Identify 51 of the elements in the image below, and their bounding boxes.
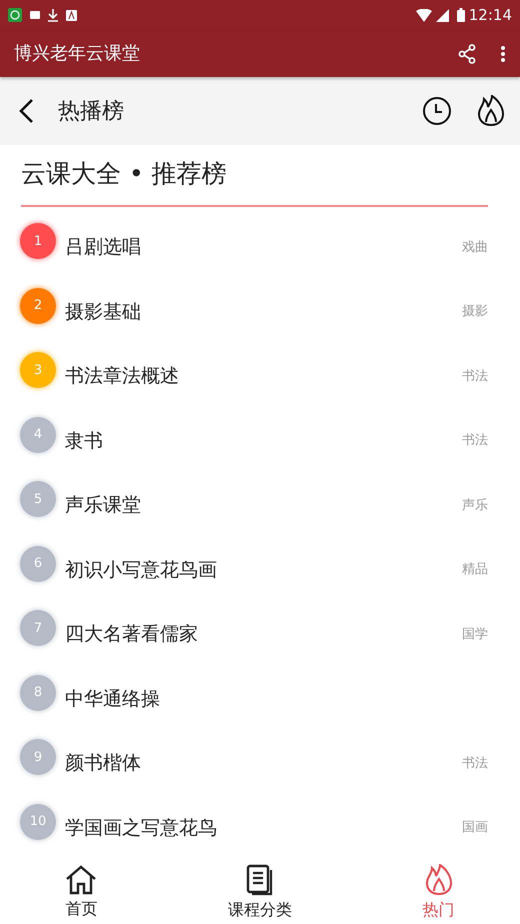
category-label: 书法 [462, 754, 488, 772]
course-title[interactable]: 书法章法概述 [65, 362, 179, 390]
category-label: 国画 [462, 819, 488, 837]
wifi-icon [416, 8, 432, 22]
rank-badge: 1 [20, 223, 56, 260]
share-icon[interactable] [458, 44, 476, 64]
download-icon [48, 8, 58, 22]
flame-icon[interactable] [476, 95, 506, 127]
course-title[interactable]: 学国画之写意花鸟 [65, 814, 217, 842]
rank-badge: 6 [20, 546, 56, 582]
list-heading: 云课大全 • 推荐榜 [21, 145, 488, 207]
course-title[interactable]: 隶书 [65, 426, 103, 455]
app-title: 博兴老年云课堂 [14, 42, 140, 66]
category-label: 精品 [462, 561, 488, 579]
course-title[interactable]: 吕剧选唱 [65, 233, 141, 262]
course-title[interactable]: 摄影基础 [65, 298, 141, 326]
category-label: 戏曲 [462, 238, 488, 256]
course-title[interactable]: 声乐课堂 [65, 491, 141, 520]
nav-tab[interactable]: 课程分类 [228, 864, 292, 920]
course-title[interactable]: 颜书楷体 [65, 749, 141, 778]
category-label: 声乐 [462, 496, 488, 514]
course-title[interactable]: 四大名著看儒家 [65, 620, 198, 648]
rank-badge: 5 [20, 481, 56, 518]
signal-icon [436, 8, 449, 22]
rank-badge: 7 [20, 610, 56, 646]
flame-icon [424, 864, 454, 896]
sd-card-icon [30, 10, 40, 20]
back-icon[interactable] [18, 98, 34, 124]
app-icon [66, 10, 77, 20]
battery-icon [456, 8, 465, 22]
rank-badge: 3 [20, 352, 56, 388]
category-label: 摄影 [462, 303, 488, 321]
app-icon [8, 8, 22, 22]
home-icon [65, 865, 98, 896]
more-menu-icon[interactable] [500, 44, 506, 62]
rank-badge: 9 [20, 739, 56, 776]
rank-badge: 2 [20, 288, 56, 324]
page-title: 热播榜 [58, 98, 124, 126]
nav-tab[interactable]: 首页 [65, 865, 98, 919]
category-label: 书法 [462, 368, 488, 386]
rank-badge: 4 [20, 416, 56, 453]
rank-badge: 8 [20, 674, 56, 711]
course-title[interactable]: 中华通络操 [65, 684, 160, 713]
history-clock-icon[interactable] [422, 96, 452, 126]
document-icon [246, 864, 274, 896]
course-title[interactable]: 初识小写意花鸟画 [65, 556, 217, 584]
nav-tab[interactable]: 热门 [422, 864, 455, 920]
clock-time: 12:14 [468, 4, 512, 26]
category-label: 书法 [462, 432, 488, 450]
category-label: 国学 [462, 626, 488, 644]
rank-badge: 10 [20, 804, 56, 840]
